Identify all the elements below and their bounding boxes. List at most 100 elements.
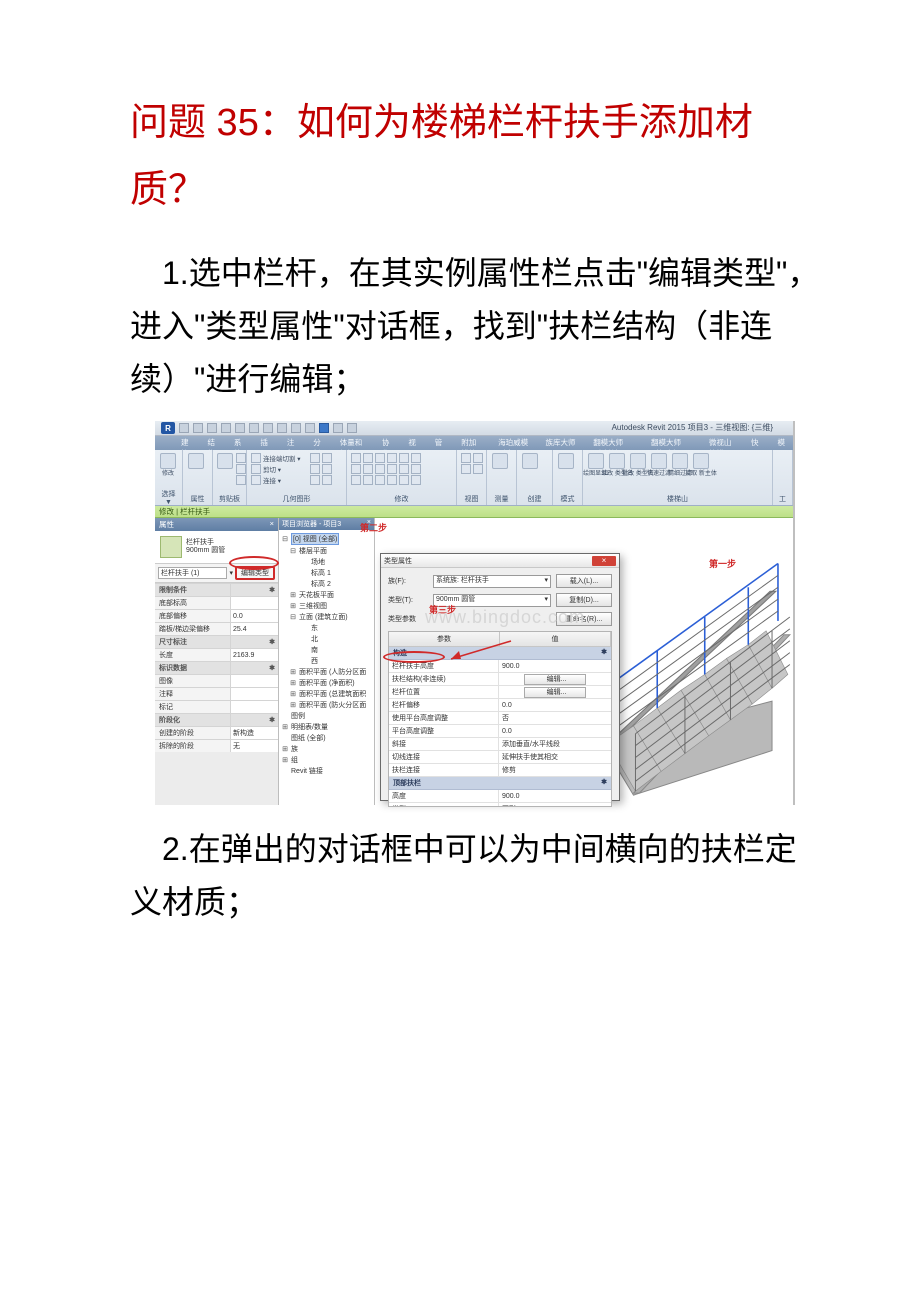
tree-node[interactable]: 标高 2 bbox=[281, 578, 372, 589]
tab-arch[interactable]: 建筑 bbox=[173, 436, 199, 450]
g2-icon[interactable] bbox=[322, 453, 332, 463]
m10[interactable] bbox=[387, 464, 397, 474]
tab-fmmep[interactable]: 翻模大师（机电） bbox=[643, 436, 701, 450]
tree-node[interactable]: 图纸 (全部) bbox=[281, 732, 372, 743]
cut-icon[interactable] bbox=[236, 453, 246, 463]
duplicate-button[interactable]: 复制(D)... bbox=[556, 593, 612, 607]
tab-mo[interactable]: 模 bbox=[769, 436, 793, 450]
save-icon[interactable] bbox=[193, 423, 203, 433]
tree-node[interactable]: 图例 bbox=[281, 710, 372, 721]
tree-node[interactable]: 场地 bbox=[281, 556, 372, 567]
tab-collab[interactable]: 协作 bbox=[374, 436, 400, 450]
m8[interactable] bbox=[363, 464, 373, 474]
qi10[interactable] bbox=[305, 423, 315, 433]
tree-node[interactable]: ⊞族 bbox=[281, 743, 372, 754]
geom-row-1[interactable]: 剪切 ▾ bbox=[251, 464, 301, 474]
qi6[interactable] bbox=[249, 423, 259, 433]
tree-node[interactable]: ⊟立面 (建筑立面) bbox=[281, 611, 372, 622]
m12[interactable] bbox=[411, 464, 421, 474]
g1-icon[interactable] bbox=[310, 453, 320, 463]
redo-icon[interactable] bbox=[221, 423, 231, 433]
qi9[interactable] bbox=[291, 423, 301, 433]
tab-manage[interactable]: 管理 bbox=[427, 436, 453, 450]
g5-icon[interactable] bbox=[310, 475, 320, 485]
close-icon[interactable]: × bbox=[270, 519, 274, 530]
tab-fmarch[interactable]: 翻模大师（建筑） bbox=[585, 436, 643, 450]
tree-node[interactable]: ⊞面积平面 (人防分区面 bbox=[281, 666, 372, 677]
measure-icon[interactable] bbox=[492, 453, 508, 469]
copy-icon[interactable] bbox=[236, 464, 246, 474]
geom-row-0[interactable]: 连接端切割 ▾ bbox=[251, 453, 301, 463]
tree-node[interactable]: ⊞面积平面 (净面积) bbox=[281, 677, 372, 688]
g4-icon[interactable] bbox=[322, 464, 332, 474]
filter-select[interactable]: 栏杆扶手 (1) bbox=[158, 567, 227, 579]
m2[interactable] bbox=[363, 453, 373, 463]
tab-hpw[interactable]: 海珀威模型盒 bbox=[490, 436, 537, 450]
tree-node[interactable]: ⊟[0] 视图 (全部) bbox=[281, 532, 372, 545]
tree-node[interactable]: ⊟楼层平面 bbox=[281, 545, 372, 556]
tree-node[interactable]: 西 bbox=[281, 655, 372, 666]
modify-button[interactable]: 修改 bbox=[159, 453, 177, 489]
m13[interactable] bbox=[351, 475, 361, 485]
browser-tree[interactable]: ⊟[0] 视图 (全部)⊟楼层平面场地标高 1标高 2⊞天花板平面⊞三维视图⊟立… bbox=[279, 530, 374, 778]
m9[interactable] bbox=[375, 464, 385, 474]
tree-node[interactable]: 南 bbox=[281, 644, 372, 655]
m7[interactable] bbox=[351, 464, 361, 474]
m18[interactable] bbox=[411, 475, 421, 485]
tree-node[interactable]: ⊞三维视图 bbox=[281, 600, 372, 611]
v1[interactable] bbox=[461, 453, 471, 463]
mode-icon[interactable] bbox=[558, 453, 574, 469]
edit-rail-structure-button[interactable]: 编辑... bbox=[524, 674, 586, 685]
m11[interactable] bbox=[399, 464, 409, 474]
tab-annotate[interactable]: 注释 bbox=[279, 436, 305, 450]
create-icon[interactable] bbox=[522, 453, 538, 469]
qi12[interactable] bbox=[333, 423, 343, 433]
load-button[interactable]: 载入(L)... bbox=[556, 574, 612, 588]
qi7[interactable] bbox=[263, 423, 273, 433]
shan-b2[interactable]: 批改 类型名 bbox=[629, 453, 647, 489]
m15[interactable] bbox=[375, 475, 385, 485]
tab-sys[interactable]: 系统 bbox=[226, 436, 252, 450]
undo-icon[interactable] bbox=[207, 423, 217, 433]
paste-icon[interactable] bbox=[217, 453, 233, 469]
qi8[interactable] bbox=[277, 423, 287, 433]
tree-node[interactable]: 东 bbox=[281, 622, 372, 633]
qi5[interactable] bbox=[235, 423, 245, 433]
m1[interactable] bbox=[351, 453, 361, 463]
tab-massing[interactable]: 体量和场地 bbox=[332, 436, 374, 450]
tree-node[interactable]: ⊞天花板平面 bbox=[281, 589, 372, 600]
v3[interactable] bbox=[461, 464, 471, 474]
tab-addins[interactable]: 附加模块 bbox=[453, 436, 490, 450]
tree-node[interactable]: 标高 1 bbox=[281, 567, 372, 578]
m14[interactable] bbox=[363, 475, 373, 485]
tab-kt[interactable]: 快图 bbox=[743, 436, 769, 450]
g6-icon[interactable] bbox=[322, 475, 332, 485]
qi13[interactable] bbox=[347, 423, 357, 433]
tab-analyze[interactable]: 分析 bbox=[305, 436, 331, 450]
rename-button[interactable]: 重命名(R)... bbox=[556, 612, 612, 626]
qi11[interactable] bbox=[319, 423, 329, 433]
m4[interactable] bbox=[387, 453, 397, 463]
tree-node[interactable]: ⊞明细表/数量 bbox=[281, 721, 372, 732]
family-select[interactable]: 系统族: 栏杆扶手▾ bbox=[433, 575, 551, 588]
tab-insert[interactable]: 插入 bbox=[252, 436, 278, 450]
v4[interactable] bbox=[473, 464, 483, 474]
tree-node[interactable]: ⊞面积平面 (总建筑面积 bbox=[281, 688, 372, 699]
shan-b3[interactable]: 快速过滤 bbox=[650, 453, 668, 489]
m16[interactable] bbox=[387, 475, 397, 485]
m3[interactable] bbox=[375, 453, 385, 463]
shan-b5[interactable]: 拾取 新主体 bbox=[692, 453, 710, 489]
close-icon[interactable]: × bbox=[592, 556, 616, 566]
open-icon[interactable] bbox=[179, 423, 189, 433]
tab-wssk[interactable]: 微视山快模 bbox=[701, 436, 743, 450]
m6[interactable] bbox=[411, 453, 421, 463]
tree-node[interactable]: ⊞组 bbox=[281, 754, 372, 765]
tab-zkds[interactable]: 族库大师V2.1 bbox=[538, 436, 586, 450]
g3-icon[interactable] bbox=[310, 464, 320, 474]
tree-node[interactable]: ⊞面积平面 (防火分区面 bbox=[281, 699, 372, 710]
v2[interactable] bbox=[473, 453, 483, 463]
m5[interactable] bbox=[399, 453, 409, 463]
tab-view[interactable]: 视图 bbox=[400, 436, 426, 450]
match-icon[interactable] bbox=[236, 475, 246, 485]
tree-node[interactable]: Revit 链接 bbox=[281, 765, 372, 776]
